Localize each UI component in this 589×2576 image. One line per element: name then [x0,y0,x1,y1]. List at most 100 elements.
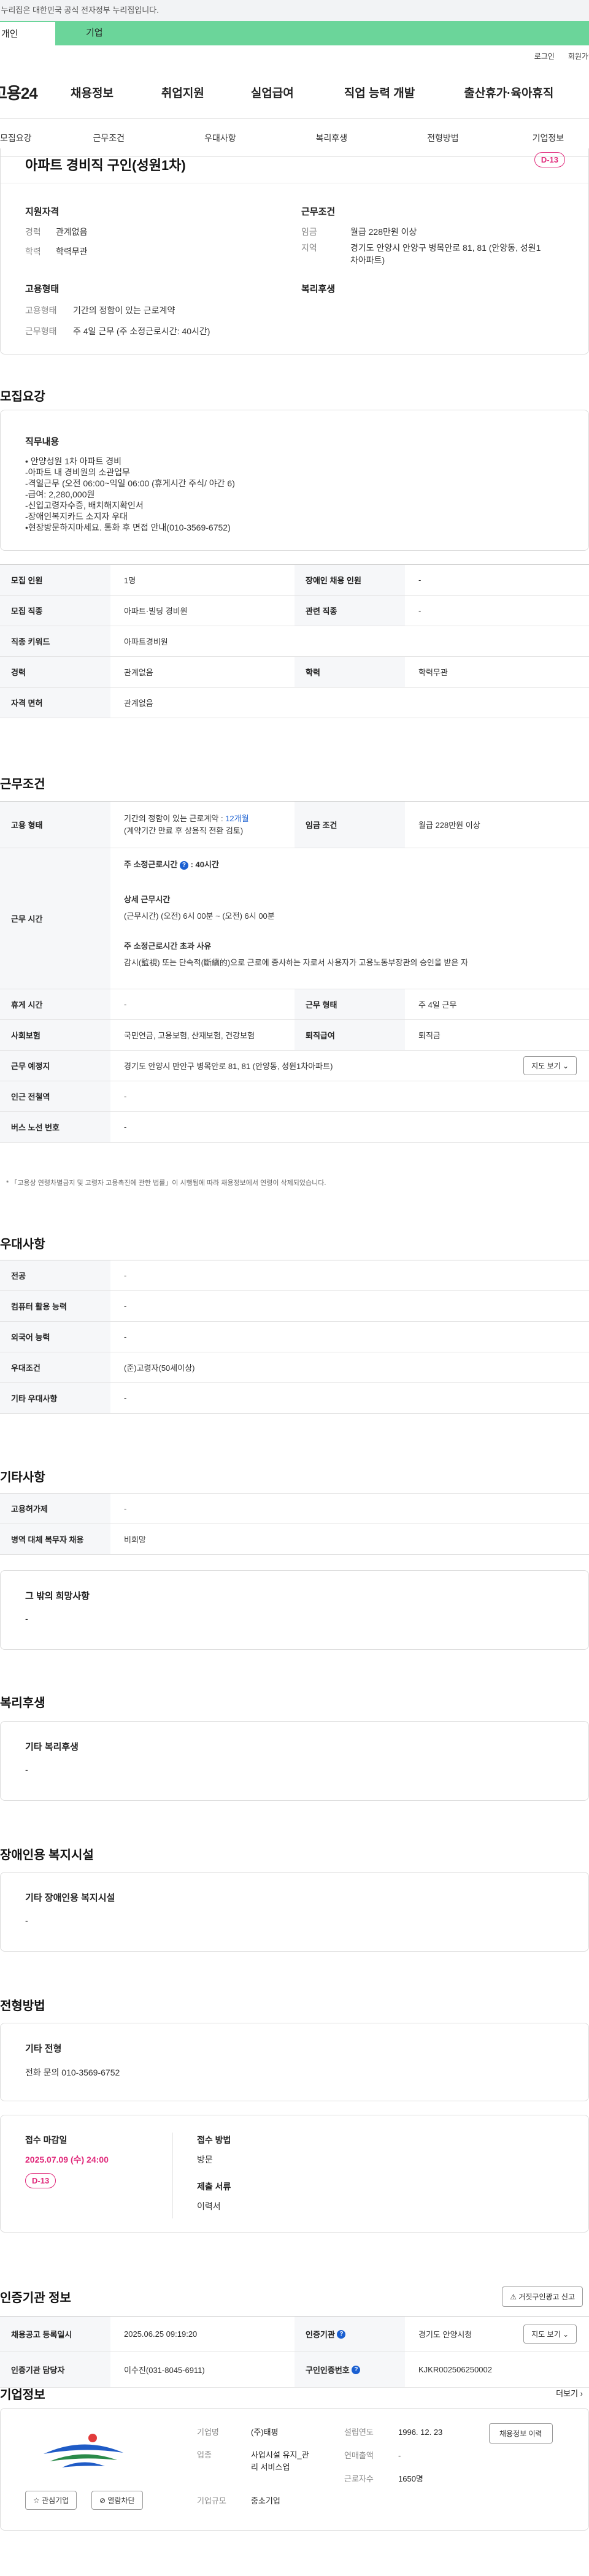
deadline-title: 접수 마감일 [25,2135,67,2145]
workplace-cell: 경기도 안양시 만안구 병목안로 81, 81 (안양동, 성원1차아파트) 지… [110,1051,589,1081]
table-header: 모집 인원 [0,565,110,595]
edu-row: 학력 학력무관 [25,245,88,258]
screen-card-value: 전화 문의 010-3569-6752 [25,2068,120,2077]
table-cell: - [124,1092,127,1101]
table-header: 우대조건 [0,1352,110,1382]
screen-heading: 전형방법 [0,1999,45,2013]
block-view-label: 열람차단 [107,2496,135,2505]
welfare-card: 기타 복리후생 - [0,1721,589,1801]
info-icon[interactable]: ? [179,861,188,870]
login-link[interactable]: 로그인 [534,51,555,61]
gnb-item-support[interactable]: 취업지원 [161,84,204,101]
table-row: 경력 관계없음 학력 학력무관 [0,657,589,688]
map-button[interactable]: 지도 보기 ⌄ [523,1056,577,1075]
area-row: 지역 경기도 안양시 안양구 병목안로 81, 81 (안양동, 성원1 차아파트) [301,242,559,266]
cert-org-cell: 경기도 안양시청 지도 보기 ⌄ [405,2317,589,2352]
recruit-table: 모집 인원 1명 장애인 채용 인원 - 모집 직종 아파트·빌딩 경비원 관련… [0,564,589,718]
duty-line: -아파트 내 경비원의 소관업무 [25,467,130,477]
table-cell: 관계없음 [124,699,153,708]
company-name-label: 기업명 [197,2428,219,2437]
table-cell: 아파트·빌딩 경비원 [124,607,188,616]
method-title: 접수 방법 [197,2135,231,2145]
pref-heading: 우대사항 [0,1238,45,1251]
company-industry-value: 사업시설 유지_관 리 서비스업 [251,2449,309,2474]
table-cell: 학력무관 [418,668,448,677]
emp-row: 고용형태 기간의 정함이 있는 근로계약 [25,304,175,316]
duty-line: -급여: 2,280,000원 [25,489,95,499]
apply-card: 접수 마감일 2025.07.09 (수) 24:00 D-13 접수 방법 방… [0,2115,589,2233]
gnb-item-training[interactable]: 직업 능력 개발 [344,84,415,101]
cert-table: 채용공고 등록일시 2025.06.25 09:19:20 인증기관 ? 경기도… [0,2316,589,2388]
more-link[interactable]: 더보기 › [556,2387,583,2399]
table-header: 컴퓨터 활용 능력 [0,1291,110,1321]
company-industry-row: 업종 사업시설 유지_관 리 서비스업 [197,2449,309,2474]
gov-banner-text: 이 누리집은 대한민국 공식 전자정부 누리집입니다. [0,6,159,15]
company-year-value: 1996. 12. 23 [398,2428,443,2437]
tab-person[interactable]: 개인 [0,21,55,45]
company-scale-value: 중소기업 [251,2496,280,2505]
favorite-company-button[interactable]: ☆ 관심기업 [25,2491,77,2510]
site-logo[interactable]: 고용24 [0,81,63,104]
etc-table: 고용허가제 - 병역 대체 복무자 채용 비희망 [0,1493,589,1555]
dday-badge: D-13 [534,152,565,167]
workform-label: 근무형태 [25,326,57,336]
table-header: 휴게 시간 [0,989,110,1019]
table-row: 버스 노선 번호 - [0,1112,589,1143]
report-button[interactable]: ⚠ 거짓구인광고 신고 [502,2287,583,2307]
subnav-pref[interactable]: 우대사항 [204,132,236,144]
other-wish-title: 그 밖의 희망사항 [25,1591,90,1601]
table-cell: - [124,1332,127,1341]
other-wish-card: 그 밖의 희망사항 - [0,1570,589,1650]
workform-value: 주 4일 근무 (주 소정근로시간: 40시간) [73,326,210,336]
subnav-work[interactable]: 근무조건 [93,132,125,144]
gnb-item-jobs[interactable]: 채용정보 [71,84,114,101]
welfare-title: 복리후생 [301,284,336,294]
emp-type-cell: 기간의 정함이 있는 근로계약 : 12개월 (계약기간 만료 후 상용직 전환… [110,802,294,848]
table-cell: 비희망 [124,1535,146,1544]
duty-line: • 안양성원 1차 아파트 경비 [25,456,122,466]
company-scale-row: 기업규모 중소기업 [197,2494,280,2506]
company-scale-label: 기업규모 [197,2496,226,2505]
workplace-address: 경기도 안양시 만안구 병목안로 81, 81 (안양동, 성원1차아파트) [124,1062,333,1071]
info-icon[interactable]: ? [337,2329,346,2339]
tab-company[interactable]: 기업 [55,21,178,45]
table-cell: 퇴직금 [418,1031,441,1040]
gnb-item-leave[interactable]: 출산휴가·육아휴직 [464,84,553,101]
company-staff-value: 1650명 [398,2474,423,2483]
table-cell: 국민연금, 고용보험, 산재보험, 건강보험 [124,1031,255,1040]
company-sales-value: - [398,2451,401,2460]
disabled-card-title: 기타 장애인용 복지시설 [25,1893,115,1903]
job-history-button[interactable]: 채용정보 이력 [489,2423,553,2444]
gnb-item-benefit[interactable]: 실업급여 [251,84,294,101]
subnav-recruit[interactable]: 모집요강 [0,132,32,144]
table-header: 임금 조건 [294,802,405,848]
table-row: 컴퓨터 활용 능력 - [0,1291,589,1322]
table-row: 모집 인원 1명 장애인 채용 인원 - [0,565,589,596]
cert-heading: 인증기관 정보 [0,2291,71,2305]
age-note: * 「고용상 연령차별금지 및 고령자 고용촉진에 관한 법률」이 시행됨에 따… [6,1179,326,1187]
emp-type-note: (계약기간 만료 후 상용직 전환 검토) [124,826,244,835]
company-heading: 기업정보 [0,2388,45,2402]
table-row: 근무 시간 주 소정근로시간 ? : 40시간 상세 근무시간 (근무시간) (… [0,848,589,989]
signup-link[interactable]: 회원가입 [568,51,589,61]
info-icon[interactable]: ? [352,2365,361,2374]
subnav-company[interactable]: 기업정보 [533,132,564,144]
table-row: 고용허가제 - [0,1493,589,1524]
block-view-button[interactable]: ⊘ 열람차단 [91,2491,143,2510]
table-row: 기타 우대사항 - [0,1383,589,1414]
subnav-welfare[interactable]: 복리후생 [316,132,348,144]
company-staff-label: 근로자수 [344,2474,374,2483]
map-button[interactable]: 지도 보기 ⌄ [523,2325,577,2344]
duty-title: 직무내용 [25,437,60,447]
welfare-card-title: 기타 복리후생 [25,1742,79,1752]
table-row: 모집 직종 아파트·빌딩 경비원 관련 직종 - [0,596,589,626]
subnav-screen[interactable]: 전형방법 [427,132,459,144]
table-header: 인증기관 담당자 [0,2352,110,2387]
cert-org-header: 인증기관 ? [294,2317,405,2352]
table-cell: - [124,1504,127,1513]
table-cell: 이수진(031-8045-6911) [124,2366,205,2375]
divider [172,2133,173,2218]
table-header: 전공 [0,1260,110,1290]
job-title: 아파트 경비직 구인(성원1차) [25,158,186,173]
edu-label: 학력 [25,247,41,256]
